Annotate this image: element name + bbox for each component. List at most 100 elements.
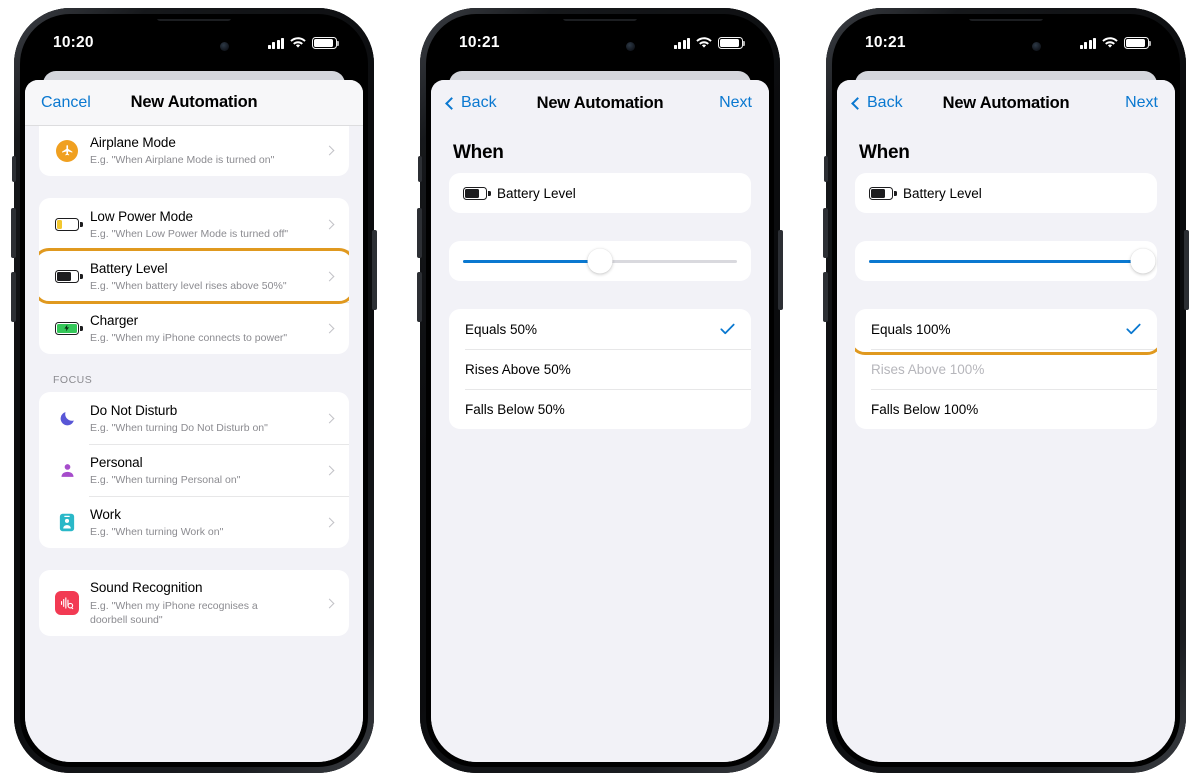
earpiece-speaker-icon bbox=[157, 19, 231, 21]
next-button[interactable]: Next bbox=[1125, 94, 1158, 112]
volume-down-button[interactable] bbox=[11, 272, 16, 322]
list-item-subtitle: E.g. "When my iPhone connects to power" bbox=[90, 331, 288, 344]
volume-down-button[interactable] bbox=[823, 272, 828, 322]
chevron-right-icon bbox=[324, 271, 335, 282]
option-label: Falls Below 100% bbox=[871, 401, 979, 417]
slider-thumb[interactable] bbox=[1130, 248, 1156, 274]
option-equals[interactable]: Equals 100% bbox=[855, 309, 1157, 349]
list-item[interactable]: Low Power Mode E.g. "When Low Power Mode… bbox=[39, 198, 349, 250]
list-item[interactable]: Work E.g. "When turning Work on" bbox=[39, 496, 349, 548]
status-indicators bbox=[1079, 33, 1152, 49]
when-config-scroll[interactable]: When Battery Level bbox=[431, 126, 769, 762]
slider-thumb[interactable] bbox=[587, 248, 613, 274]
option-label: Rises Above 100% bbox=[871, 361, 985, 377]
navigation-bar-1: Cancel New Automation bbox=[25, 80, 363, 126]
list-item-title: Sound Recognition bbox=[90, 580, 203, 596]
list-item-subtitle: E.g. "When my iPhone recognises a doorbe… bbox=[90, 599, 258, 626]
list-item[interactable]: Sound Recognition E.g. "When my iPhone r… bbox=[39, 570, 349, 636]
power-button[interactable] bbox=[778, 230, 783, 310]
signal-icon bbox=[673, 37, 690, 49]
cancel-button[interactable]: Cancel bbox=[41, 94, 91, 112]
battery-level-slider[interactable] bbox=[449, 241, 751, 281]
volume-down-button[interactable] bbox=[417, 272, 422, 322]
next-button[interactable]: Next bbox=[719, 94, 752, 112]
trigger-summary-row[interactable]: Battery Level bbox=[855, 173, 1157, 213]
list-item-battery-level[interactable]: Battery Level E.g. "When battery level r… bbox=[39, 250, 349, 302]
trigger-group-power: Low Power Mode E.g. "When Low Power Mode… bbox=[39, 198, 349, 355]
volume-up-button[interactable] bbox=[11, 208, 16, 258]
list-item[interactable]: Charger E.g. "When my iPhone connects to… bbox=[39, 302, 349, 354]
page-title: New Automation bbox=[942, 93, 1070, 112]
when-config-scroll[interactable]: When Battery Level bbox=[837, 126, 1175, 762]
trigger-label: Battery Level bbox=[497, 185, 576, 201]
silence-switch[interactable] bbox=[12, 156, 16, 182]
list-item[interactable]: Personal E.g. "When turning Personal on" bbox=[39, 444, 349, 496]
chevron-right-icon bbox=[324, 219, 335, 230]
front-camera-icon bbox=[626, 42, 635, 51]
option-label: Rises Above 50% bbox=[465, 361, 571, 377]
trigger-group-accessibility: Sound Recognition E.g. "When my iPhone r… bbox=[39, 570, 349, 636]
iphone-frame-2: 10:21 Back New Automation Next When Batt… bbox=[417, 8, 783, 773]
list-item-title: Work bbox=[90, 506, 121, 522]
earpiece-speaker-icon bbox=[563, 19, 637, 21]
option-rises-above[interactable]: Rises Above 100% bbox=[855, 349, 1157, 389]
moon-icon bbox=[52, 409, 82, 428]
new-automation-sheet-2: Back New Automation Next When Battery Le… bbox=[431, 80, 769, 762]
volume-up-button[interactable] bbox=[417, 208, 422, 258]
back-button[interactable]: Back bbox=[445, 94, 497, 112]
wifi-icon bbox=[696, 37, 712, 49]
screenshot-stage: 10:20 Cancel New Automation Airplane Mod… bbox=[0, 0, 1200, 781]
back-button[interactable]: Back bbox=[851, 94, 903, 112]
iphone-frame-3: 10:21 Back New Automation Next When Batt… bbox=[823, 8, 1189, 773]
chevron-right-icon bbox=[324, 517, 335, 528]
option-falls-below[interactable]: Falls Below 100% bbox=[855, 389, 1157, 429]
status-time: 10:20 bbox=[53, 34, 94, 51]
trigger-summary-row[interactable]: Battery Level bbox=[449, 173, 751, 213]
checkmark-icon bbox=[1126, 323, 1141, 335]
notch bbox=[929, 19, 1083, 49]
slider-track[interactable] bbox=[869, 248, 1156, 274]
chevron-right-icon bbox=[324, 465, 335, 476]
wifi-icon bbox=[290, 37, 306, 49]
comparison-options-list: Equals 100% Rises Above 100% Falls Below… bbox=[855, 309, 1157, 429]
power-button[interactable] bbox=[372, 230, 377, 310]
battery-icon bbox=[718, 37, 746, 49]
cancel-label: Cancel bbox=[41, 93, 91, 111]
trigger-list-scroll[interactable]: Airplane Mode E.g. "When Airplane Mode i… bbox=[25, 126, 363, 762]
front-camera-icon bbox=[1032, 42, 1041, 51]
silence-switch[interactable] bbox=[824, 156, 828, 182]
volume-up-button[interactable] bbox=[823, 208, 828, 258]
earpiece-speaker-icon bbox=[969, 19, 1043, 21]
phone-screen-3: 10:21 Back New Automation Next When Batt… bbox=[837, 19, 1175, 762]
list-item[interactable]: Airplane Mode E.g. "When Airplane Mode i… bbox=[39, 126, 349, 176]
option-rises-above[interactable]: Rises Above 50% bbox=[449, 349, 751, 389]
chevron-left-icon bbox=[851, 96, 864, 110]
notch bbox=[117, 19, 271, 49]
status-time: 10:21 bbox=[865, 34, 906, 51]
list-item-title: Low Power Mode bbox=[90, 208, 193, 224]
power-button[interactable] bbox=[1184, 230, 1189, 310]
list-item[interactable]: Do Not Disturb E.g. "When turning Do Not… bbox=[39, 392, 349, 444]
list-item-title: Charger bbox=[90, 312, 139, 328]
chevron-left-icon bbox=[445, 96, 458, 110]
option-falls-below[interactable]: Falls Below 50% bbox=[449, 389, 751, 429]
battery-level-icon bbox=[52, 269, 83, 283]
status-time: 10:21 bbox=[459, 34, 500, 51]
silence-switch[interactable] bbox=[418, 156, 422, 182]
wifi-icon bbox=[1102, 37, 1118, 49]
chevron-right-icon bbox=[324, 413, 335, 424]
phone-screen-2: 10:21 Back New Automation Next When Batt… bbox=[431, 19, 769, 762]
chevron-right-icon bbox=[324, 323, 335, 334]
slider-track[interactable] bbox=[463, 248, 737, 274]
signal-icon bbox=[267, 37, 284, 49]
new-automation-sheet-1: Cancel New Automation Airplane Mode E.g.… bbox=[25, 80, 363, 762]
list-item-title: Do Not Disturb bbox=[90, 402, 178, 418]
signal-icon bbox=[1079, 37, 1096, 49]
phone-screen-1: 10:20 Cancel New Automation Airplane Mod… bbox=[25, 19, 363, 762]
low-battery-icon bbox=[52, 217, 83, 231]
option-equals[interactable]: Equals 50% bbox=[449, 309, 751, 349]
id-badge-icon bbox=[52, 513, 82, 532]
battery-level-slider[interactable] bbox=[855, 241, 1157, 281]
charging-battery-icon bbox=[52, 321, 83, 335]
list-item-title: Personal bbox=[90, 454, 143, 470]
